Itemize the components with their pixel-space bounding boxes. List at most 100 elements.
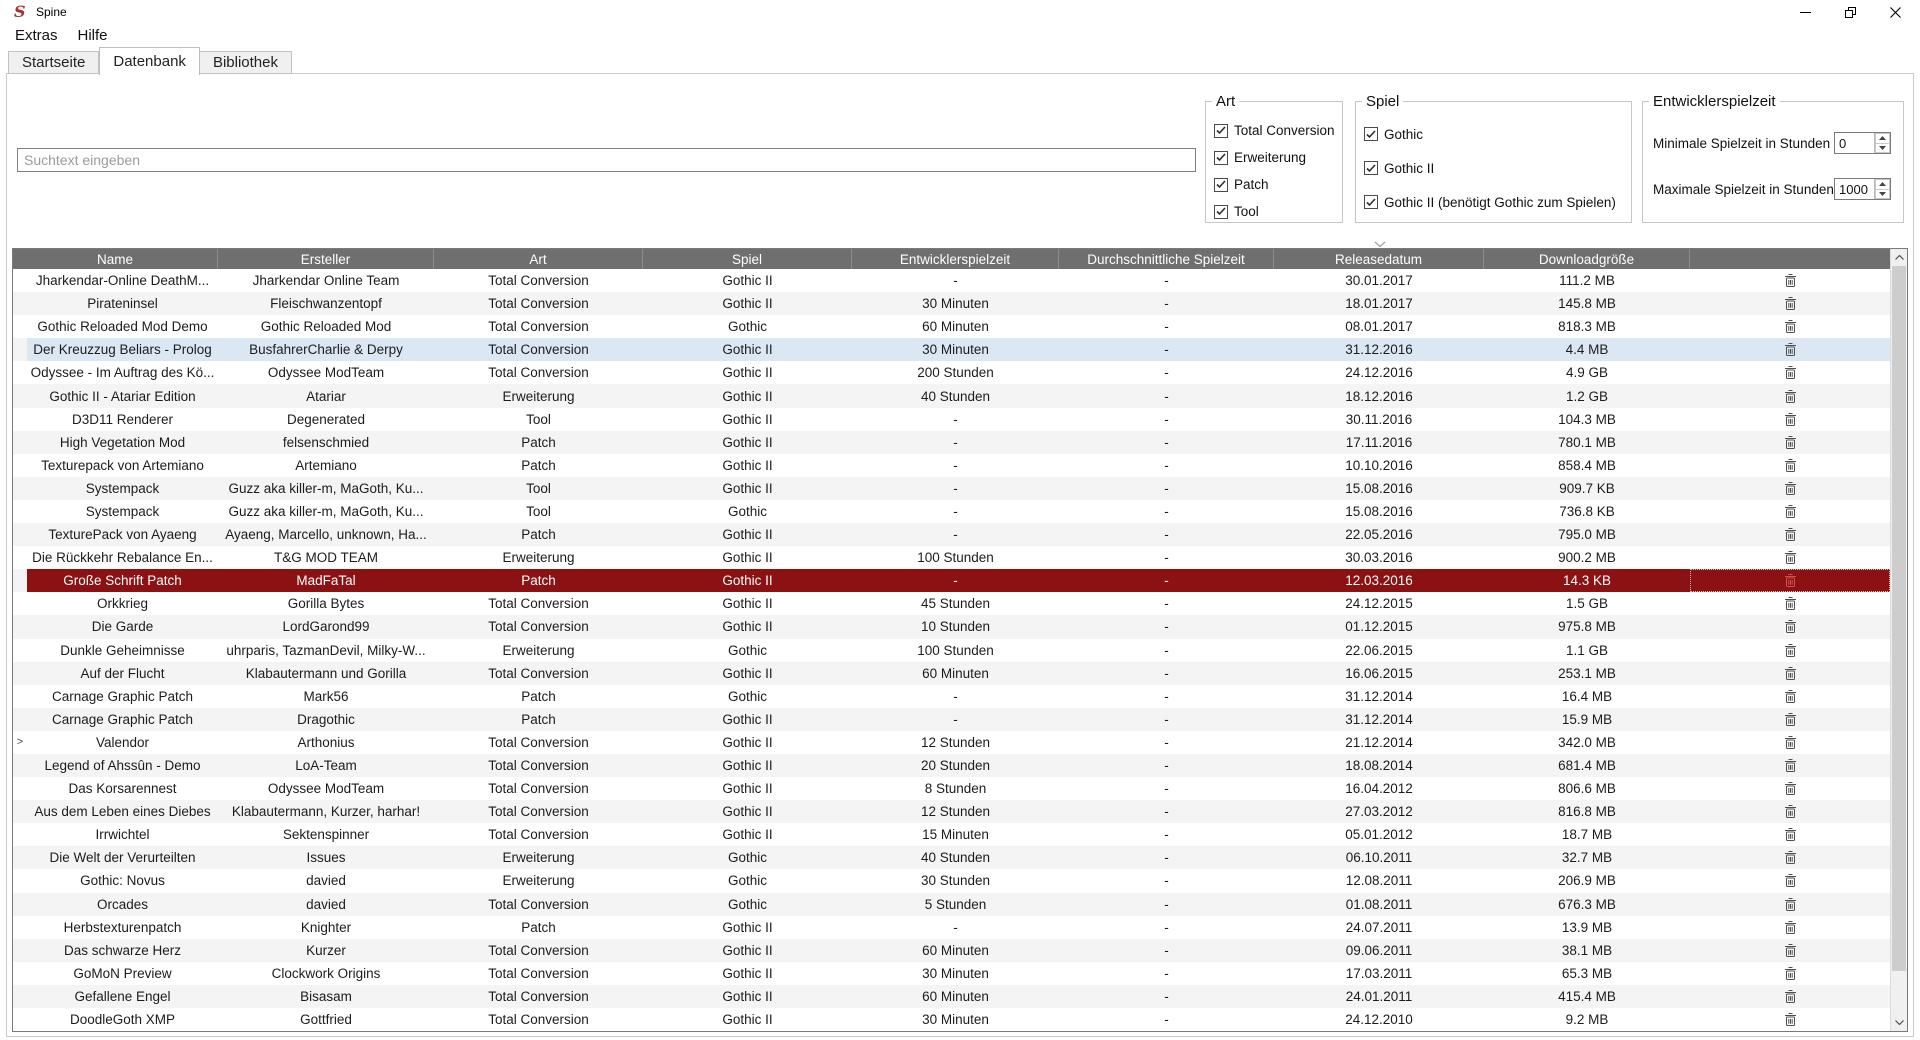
delete-mod-button[interactable] bbox=[1780, 618, 1800, 636]
delete-mod-button[interactable] bbox=[1780, 687, 1800, 705]
scrollbar-thumb[interactable] bbox=[1892, 266, 1906, 971]
delete-mod-button[interactable] bbox=[1780, 456, 1800, 474]
delete-mod-button[interactable] bbox=[1780, 364, 1800, 382]
delete-mod-button[interactable] bbox=[1780, 318, 1800, 336]
delete-mod-button[interactable] bbox=[1780, 964, 1800, 982]
spin-down-button[interactable] bbox=[1875, 190, 1890, 200]
tab-bibliothek[interactable]: Bibliothek bbox=[200, 51, 292, 74]
table-row[interactable]: Gothic II - Atariar EditionAtariarErweit… bbox=[13, 384, 1890, 407]
delete-mod-button[interactable] bbox=[1780, 987, 1800, 1005]
column-header-durchschnittliche-spielzeit[interactable]: Durchschnittliche Spielzeit bbox=[1059, 249, 1274, 269]
checkbox-gothic[interactable]: Gothic bbox=[1364, 117, 1631, 151]
table-row[interactable]: Legend of Ahssûn - DemoLoA-TeamTotal Con… bbox=[13, 754, 1890, 777]
delete-mod-button[interactable] bbox=[1780, 641, 1800, 659]
delete-mod-button[interactable] bbox=[1780, 387, 1800, 405]
table-row[interactable]: GoMoN PreviewClockwork OriginsTotal Conv… bbox=[13, 962, 1890, 985]
table-row[interactable]: Odyssee - Im Auftrag des Kö...Odyssee Mo… bbox=[13, 361, 1890, 384]
spin-down-button[interactable] bbox=[1875, 144, 1890, 154]
table-row[interactable]: Gefallene EngelBisasamTotal ConversionGo… bbox=[13, 985, 1890, 1008]
delete-mod-button[interactable] bbox=[1780, 895, 1800, 913]
checkbox-tool[interactable]: Tool bbox=[1214, 198, 1342, 225]
delete-mod-button[interactable] bbox=[1780, 918, 1800, 936]
checkbox-patch[interactable]: Patch bbox=[1214, 171, 1342, 198]
delete-mod-button[interactable] bbox=[1780, 433, 1800, 451]
table-row[interactable]: HerbstexturenpatchKnighterPatchGothic II… bbox=[13, 916, 1890, 939]
delete-mod-button[interactable] bbox=[1780, 549, 1800, 567]
min-playtime-spinbox[interactable]: 0 bbox=[1834, 132, 1891, 154]
close-button[interactable] bbox=[1873, 0, 1918, 24]
delete-mod-button[interactable] bbox=[1780, 849, 1800, 867]
table-row[interactable]: IrrwichtelSektenspinnerTotal ConversionG… bbox=[13, 823, 1890, 846]
checkbox-erweiterung[interactable]: Erweiterung bbox=[1214, 144, 1342, 171]
table-row[interactable]: Das schwarze HerzKurzerTotal ConversionG… bbox=[13, 939, 1890, 962]
delete-mod-button[interactable] bbox=[1780, 272, 1800, 290]
table-row[interactable]: SystempackGuzz aka killer-m, MaGoth, Ku.… bbox=[13, 500, 1890, 523]
delete-mod-button[interactable] bbox=[1780, 757, 1800, 775]
table-row[interactable]: D3D11 RendererDegeneratedToolGothic II--… bbox=[13, 408, 1890, 431]
delete-mod-button[interactable] bbox=[1780, 341, 1800, 359]
spin-up-button[interactable] bbox=[1875, 133, 1890, 144]
delete-mod-button[interactable] bbox=[1780, 295, 1800, 313]
tab-startseite[interactable]: Startseite bbox=[8, 51, 99, 74]
table-row[interactable]: Große Schrift PatchMadFaTalPatchGothic I… bbox=[13, 569, 1890, 592]
menu-item-extras[interactable]: Extras bbox=[5, 27, 68, 44]
table-row[interactable]: SystempackGuzz aka killer-m, MaGoth, Ku.… bbox=[13, 477, 1890, 500]
delete-mod-button[interactable] bbox=[1780, 733, 1800, 751]
table-row[interactable]: High Vegetation ModfelsenschmiedPatchGot… bbox=[13, 431, 1890, 454]
table-row[interactable]: OrcadesdaviedTotal ConversionGothic5 Stu… bbox=[13, 893, 1890, 916]
delete-mod-button[interactable] bbox=[1780, 872, 1800, 890]
tab-datenbank[interactable]: Datenbank bbox=[99, 47, 200, 75]
delete-mod-button[interactable] bbox=[1780, 410, 1800, 428]
delete-mod-button[interactable] bbox=[1780, 826, 1800, 844]
delete-mod-button[interactable] bbox=[1780, 941, 1800, 959]
column-header-art[interactable]: Art bbox=[434, 249, 643, 269]
delete-mod-button[interactable] bbox=[1780, 803, 1800, 821]
spin-up-button[interactable] bbox=[1875, 179, 1890, 190]
column-header-releasedatum[interactable]: Releasedatum bbox=[1274, 249, 1484, 269]
table-row[interactable]: Das KorsarennestOdyssee ModTeamTotal Con… bbox=[13, 777, 1890, 800]
table-row[interactable]: TexturePack von AyaengAyaeng, Marcello, … bbox=[13, 523, 1890, 546]
table-row[interactable]: Carnage Graphic PatchDragothicPatchGothi… bbox=[13, 708, 1890, 731]
delete-mod-button[interactable] bbox=[1780, 664, 1800, 682]
delete-mod-button[interactable] bbox=[1780, 526, 1800, 544]
table-row[interactable]: Jharkendar-Online DeathM...Jharkendar On… bbox=[13, 269, 1890, 292]
checkbox-gothic-ii[interactable]: Gothic II bbox=[1364, 151, 1631, 185]
table-row[interactable]: Aus dem Leben eines DiebesKlabautermann,… bbox=[13, 800, 1890, 823]
table-row[interactable]: Die Welt der VerurteiltenIssuesErweiteru… bbox=[13, 846, 1890, 869]
menu-item-hilfe[interactable]: Hilfe bbox=[68, 27, 118, 44]
checkbox-gothic-ii-ben-tigt-gothic-zum-spielen[interactable]: Gothic II (benötigt Gothic zum Spielen) bbox=[1364, 185, 1631, 219]
delete-mod-button[interactable] bbox=[1780, 572, 1800, 590]
table-row[interactable]: Der Kreuzzug Beliars - PrologBusfahrerCh… bbox=[13, 338, 1890, 361]
table-row[interactable]: >ValendorArthoniusTotal ConversionGothic… bbox=[13, 731, 1890, 754]
table-row[interactable]: Dunkle Geheimnisseuhrparis, TazmanDevil,… bbox=[13, 639, 1890, 662]
scroll-down-button[interactable] bbox=[1891, 1014, 1907, 1031]
column-header-spiel[interactable]: Spiel bbox=[643, 249, 852, 269]
table-row[interactable]: Auf der FluchtKlabautermann und GorillaT… bbox=[13, 662, 1890, 685]
table-row[interactable]: OrkkriegGorilla BytesTotal ConversionGot… bbox=[13, 592, 1890, 615]
delete-mod-button[interactable] bbox=[1780, 502, 1800, 520]
checkbox-total-conversion[interactable]: Total Conversion bbox=[1214, 117, 1342, 144]
delete-mod-button[interactable] bbox=[1780, 780, 1800, 798]
delete-mod-button[interactable] bbox=[1780, 479, 1800, 497]
restore-button[interactable] bbox=[1828, 0, 1873, 24]
column-header-downloadgr-e[interactable]: Downloadgröße bbox=[1484, 249, 1690, 269]
table-row[interactable]: Carnage Graphic PatchMark56PatchGothic--… bbox=[13, 685, 1890, 708]
table-row[interactable]: PirateninselFleischwanzentopfTotal Conve… bbox=[13, 292, 1890, 315]
table-row[interactable]: DoodleGoth XMPGottfriedTotal ConversionG… bbox=[13, 1008, 1890, 1031]
max-playtime-spinbox[interactable]: 1000 bbox=[1834, 178, 1891, 200]
table-row[interactable]: Gothic Reloaded Mod DemoGothic Reloaded … bbox=[13, 315, 1890, 338]
table-row[interactable]: Texturepack von ArtemianoArtemianoPatchG… bbox=[13, 454, 1890, 477]
table-row[interactable]: Die GardeLordGarond99Total ConversionGot… bbox=[13, 615, 1890, 638]
column-header-ersteller[interactable]: Ersteller bbox=[218, 249, 434, 269]
expander-icon[interactable]: > bbox=[13, 731, 27, 754]
minimize-button[interactable] bbox=[1783, 0, 1828, 24]
search-input[interactable] bbox=[17, 148, 1196, 172]
table-row[interactable]: Die Rückkehr Rebalance En...T&G MOD TEAM… bbox=[13, 546, 1890, 569]
delete-mod-button[interactable] bbox=[1780, 1011, 1800, 1029]
column-header-actions[interactable] bbox=[1690, 249, 1890, 269]
column-header-name[interactable]: Name bbox=[13, 249, 218, 269]
column-header-entwicklerspielzeit[interactable]: Entwicklerspielzeit bbox=[852, 249, 1059, 269]
scroll-up-button[interactable] bbox=[1891, 249, 1907, 266]
vertical-scrollbar[interactable] bbox=[1890, 249, 1907, 1031]
table-row[interactable]: Gothic: NovusdaviedErweiterungGothic30 S… bbox=[13, 869, 1890, 892]
